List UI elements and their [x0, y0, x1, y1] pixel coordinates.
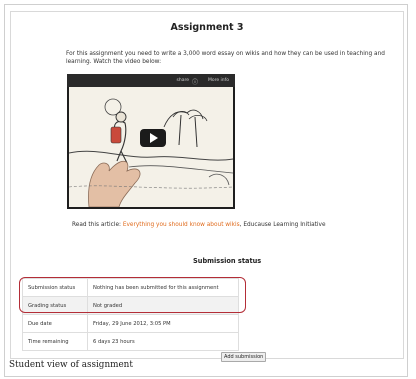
table-row: Grading status Not graded	[22, 296, 239, 315]
article-suffix: , Educause Learning Initiative	[239, 222, 326, 228]
cartoon-drawing	[68, 87, 234, 208]
table-row: Due date Friday, 29 June 2012, 3:05 PM	[22, 314, 239, 333]
assignment-panel: Assignment 3 For this assignment you nee…	[10, 11, 404, 362]
more-info-link[interactable]: More info	[208, 78, 229, 83]
assignment-intro: For this assignment you need to write a …	[66, 51, 385, 65]
share-link[interactable]: share	[177, 78, 189, 83]
table-row: Time remaining 6 days 23 hours	[22, 332, 239, 351]
row-value: Not graded	[87, 296, 239, 315]
row-label: Grading status	[22, 296, 88, 315]
info-icon[interactable]: ⓘ	[192, 77, 198, 86]
table-row: Submission status Nothing has been submi…	[22, 278, 239, 297]
video-player[interactable]: share ⓘ More info	[67, 74, 235, 209]
article-link[interactable]: Everything you should know about wikis	[123, 222, 240, 228]
video-toolbar: share ⓘ More info	[67, 74, 235, 87]
article-reference: Read this article: Everything you should…	[72, 222, 402, 228]
add-submission-button[interactable]: Add submission	[221, 352, 267, 362]
figure-frame: Assignment 3 For this assignment you nee…	[4, 4, 408, 377]
page-title: Assignment 3	[170, 22, 244, 33]
submission-status-heading: Submission status	[193, 257, 262, 265]
row-label: Submission status	[22, 278, 88, 297]
figure-caption: Student view of assignment	[9, 360, 133, 370]
video-thumbnail[interactable]	[68, 87, 234, 208]
row-value: Friday, 29 June 2012, 3:05 PM	[87, 314, 239, 333]
article-prefix: Read this article:	[72, 222, 123, 228]
play-icon[interactable]	[140, 129, 166, 147]
row-value: 6 days 23 hours	[87, 332, 239, 351]
row-value: Nothing has been submitted for this assi…	[87, 278, 239, 297]
row-label: Due date	[22, 314, 88, 333]
submission-status-table: Submission status Nothing has been submi…	[22, 278, 239, 351]
row-label: Time remaining	[22, 332, 88, 351]
